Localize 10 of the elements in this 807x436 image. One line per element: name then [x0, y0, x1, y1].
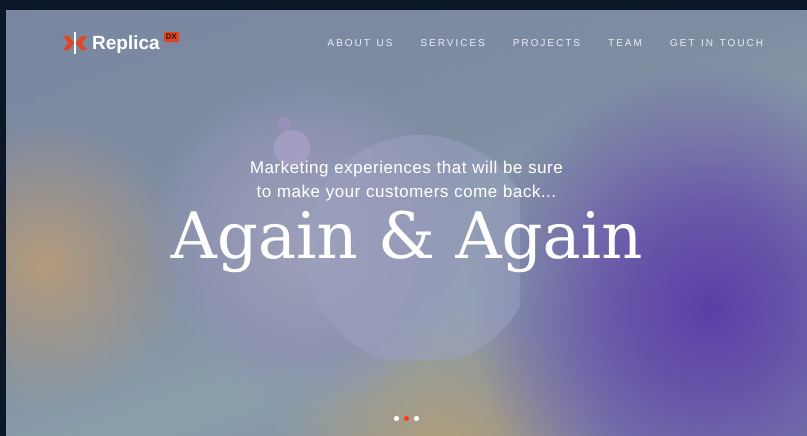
nav-link[interactable]: SERVICES	[420, 36, 487, 50]
nav-link[interactable]: TEAM	[608, 36, 644, 50]
nav-link[interactable]: ABOUT US	[327, 36, 394, 50]
hero-subtitle: Marketing experiences that will be sure to make your customers come back...	[250, 157, 564, 203]
logo-badge: DX	[164, 32, 179, 42]
logo-text[interactable]: Replica	[92, 34, 160, 52]
hero-headline: Again & Again	[170, 202, 642, 272]
logo-icon	[62, 30, 88, 56]
nav-link[interactable]: PROJECTS	[512, 36, 582, 50]
nav-link[interactable]: GET IN TOUCH	[670, 36, 765, 50]
